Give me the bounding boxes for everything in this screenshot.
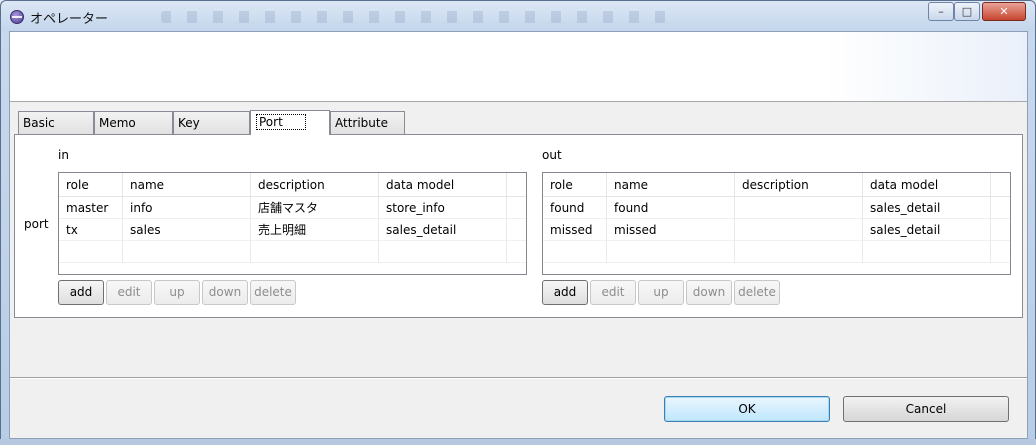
out-label: out	[542, 148, 562, 162]
dialog-client-area: Basic Memo Key Port Attribute port in ro…	[9, 31, 1028, 439]
cell-data-model: sales_detail	[379, 219, 507, 241]
title-bar[interactable]: オペレーター – □ ✕	[1, 1, 1035, 31]
table-row[interactable]: tx sales 売上明細 sales_detail	[59, 219, 526, 241]
cell-empty	[863, 241, 991, 263]
out-edit-button[interactable]: edit	[590, 280, 636, 305]
cell-role: tx	[59, 219, 123, 241]
in-edit-button[interactable]: edit	[106, 280, 152, 305]
tab-attribute-label: Attribute	[335, 116, 388, 130]
cell-empty	[59, 241, 123, 263]
window-title: オペレーター	[30, 12, 109, 27]
in-up-button[interactable]: up	[154, 280, 200, 305]
cell-data-model: store_info	[379, 197, 507, 219]
cell-empty	[735, 241, 863, 263]
cell-data-model: sales_detail	[863, 197, 991, 219]
cell-role: missed	[543, 219, 607, 241]
in-delete-button[interactable]: delete	[250, 280, 296, 305]
column-header-name[interactable]: name	[123, 173, 251, 197]
tab-key-label: Key	[178, 116, 200, 130]
column-header-data-model[interactable]: data model	[379, 173, 507, 197]
cell-role: found	[543, 197, 607, 219]
background-toolbar-decoration	[161, 11, 681, 23]
column-header-data-model[interactable]: data model	[863, 173, 991, 197]
tab-port[interactable]: Port	[250, 110, 330, 135]
column-header-description[interactable]: description	[735, 173, 863, 197]
port-tab-panel: port in role name description data model…	[14, 134, 1023, 318]
table-row[interactable]: master info 店舗マスタ store_info	[59, 197, 526, 219]
in-label: in	[58, 148, 69, 162]
in-ports-table[interactable]: role name description data model master …	[58, 172, 527, 275]
column-header-role[interactable]: role	[543, 173, 607, 197]
button-bar-separator	[10, 377, 1027, 379]
tab-memo-label: Memo	[99, 116, 136, 130]
in-down-button[interactable]: down	[202, 280, 248, 305]
cell-description: 店舗マスタ	[251, 197, 379, 219]
cell-empty	[379, 241, 507, 263]
app-icon	[10, 10, 24, 24]
tab-memo[interactable]: Memo	[94, 111, 173, 134]
tab-port-label: Port	[256, 114, 306, 130]
cell-empty	[123, 241, 251, 263]
background-window-edge	[0, 439, 1036, 445]
table-row[interactable]: found found sales_detail	[543, 197, 1010, 219]
close-button[interactable]: ✕	[982, 2, 1026, 21]
cell-name: info	[123, 197, 251, 219]
out-up-button[interactable]: up	[638, 280, 684, 305]
column-header-description[interactable]: description	[251, 173, 379, 197]
out-down-button[interactable]: down	[686, 280, 732, 305]
cell-name: sales	[123, 219, 251, 241]
tab-key[interactable]: Key	[173, 111, 250, 134]
out-ports-table[interactable]: role name description data model found f…	[542, 172, 1011, 275]
table-row-empty	[543, 241, 1010, 263]
dialog-header-area	[10, 32, 1027, 102]
port-label: port	[24, 217, 49, 231]
tab-attribute[interactable]: Attribute	[330, 111, 405, 134]
cell-name: missed	[607, 219, 735, 241]
out-table-header: role name description data model	[543, 173, 1010, 197]
cancel-button[interactable]: Cancel	[843, 396, 1009, 422]
column-header-name[interactable]: name	[607, 173, 735, 197]
cell-empty	[543, 241, 607, 263]
in-table-header: role name description data model	[59, 173, 526, 197]
cell-description	[735, 219, 863, 241]
cell-name: found	[607, 197, 735, 219]
operator-dialog-window: オペレーター – □ ✕ Basic Memo Key Port Attribu…	[0, 0, 1036, 445]
minimize-button[interactable]: –	[928, 2, 954, 21]
cell-data-model: sales_detail	[863, 219, 991, 241]
cell-description	[735, 197, 863, 219]
in-add-button[interactable]: add	[58, 280, 104, 305]
table-row[interactable]: missed missed sales_detail	[543, 219, 1010, 241]
out-add-button[interactable]: add	[542, 280, 588, 305]
tab-basic[interactable]: Basic	[18, 111, 94, 134]
ok-button[interactable]: OK	[664, 396, 830, 422]
tab-basic-label: Basic	[23, 116, 55, 130]
cell-role: master	[59, 197, 123, 219]
column-header-role[interactable]: role	[59, 173, 123, 197]
cell-description: 売上明細	[251, 219, 379, 241]
maximize-button[interactable]: □	[954, 2, 980, 21]
cell-empty	[251, 241, 379, 263]
out-delete-button[interactable]: delete	[734, 280, 780, 305]
table-row-empty	[59, 241, 526, 263]
cell-empty	[607, 241, 735, 263]
